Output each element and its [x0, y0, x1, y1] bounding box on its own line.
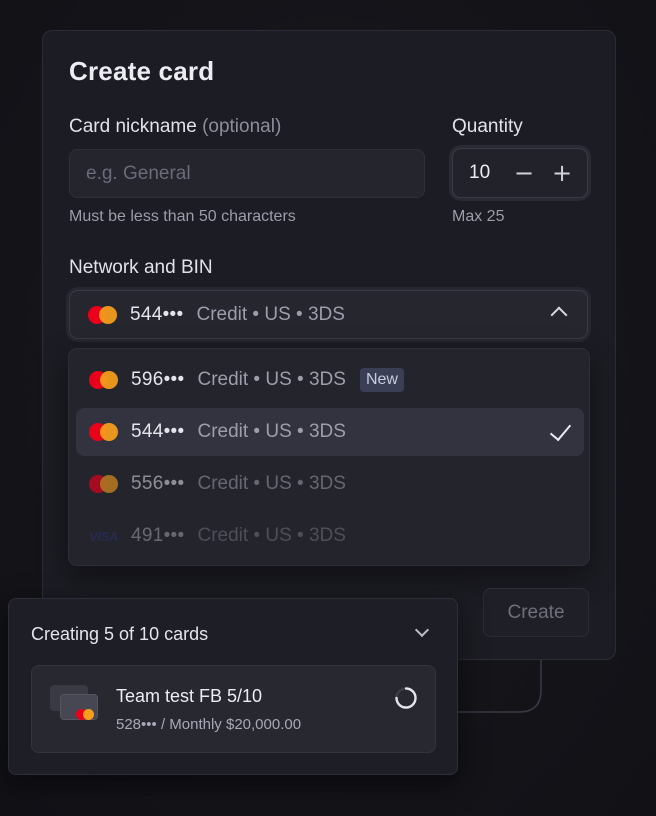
option-556[interactable]: 556••• Credit • US • 3DS [76, 460, 584, 508]
option-meta: Credit • US • 3DS [197, 473, 346, 494]
network-bin-select[interactable]: 544••• Credit • US • 3DS [69, 290, 588, 339]
increment-button[interactable]: + [543, 149, 581, 197]
checkmark-icon [549, 418, 572, 442]
mastercard-icon [88, 305, 118, 324]
chevron-up-icon[interactable] [550, 306, 568, 324]
page-title: Create card [69, 56, 215, 86]
quantity-label: Quantity [452, 116, 523, 137]
option-meta: Credit • US • 3DS [197, 369, 346, 390]
create-button[interactable]: Create [483, 588, 589, 637]
mastercard-icon [89, 423, 119, 441]
nickname-label: Card nickname (optional) [69, 116, 281, 138]
decrement-button[interactable]: − [505, 149, 543, 197]
quantity-value[interactable]: 10 [453, 162, 505, 184]
option-bin: 491••• [131, 525, 185, 546]
option-meta: Credit • US • 3DS [197, 525, 346, 546]
job-name: Team test FB 5/10 [116, 686, 263, 706]
spinner-icon [395, 687, 417, 709]
mastercard-icon [89, 475, 119, 493]
progress-heading: Creating 5 of 10 cards [31, 624, 209, 644]
chevron-down-icon[interactable] [414, 622, 430, 638]
option-491[interactable]: VISA 491••• Credit • US • 3DS [76, 512, 584, 560]
new-badge: New [359, 368, 404, 392]
selected-bin: 544••• [130, 303, 184, 325]
option-596[interactable]: 596••• Credit • US • 3DS New [76, 356, 584, 404]
job-detail: 528••• / Monthly $20,000.00 [116, 716, 302, 733]
job-item[interactable]: Team test FB 5/10 528••• / Monthly $20,0… [31, 665, 436, 753]
option-meta: Credit • US • 3DS [197, 421, 346, 442]
nickname-optional-text: (optional) [202, 116, 282, 137]
visa-icon: VISA [89, 528, 119, 544]
mastercard-icon [89, 371, 119, 389]
nickname-input[interactable] [69, 149, 425, 198]
network-dropdown: 596••• Credit • US • 3DS New 544••• Cred… [68, 348, 590, 566]
quantity-hint: Max 25 [452, 208, 505, 225]
network-label: Network and BIN [69, 257, 213, 278]
option-bin: 556••• [131, 473, 185, 494]
nickname-label-text: Card nickname [69, 116, 197, 137]
selected-meta: Credit • US • 3DS [196, 303, 345, 325]
card-stack-icon [50, 685, 100, 725]
option-544[interactable]: 544••• Credit • US • 3DS [76, 408, 584, 456]
option-bin: 544••• [131, 421, 185, 442]
option-bin: 596••• [131, 369, 185, 390]
quantity-stepper[interactable]: 10 − + [452, 148, 588, 198]
nickname-hint: Must be less than 50 characters [69, 208, 296, 225]
creation-progress-panel: Creating 5 of 10 cards Team test FB 5/10… [8, 598, 458, 775]
